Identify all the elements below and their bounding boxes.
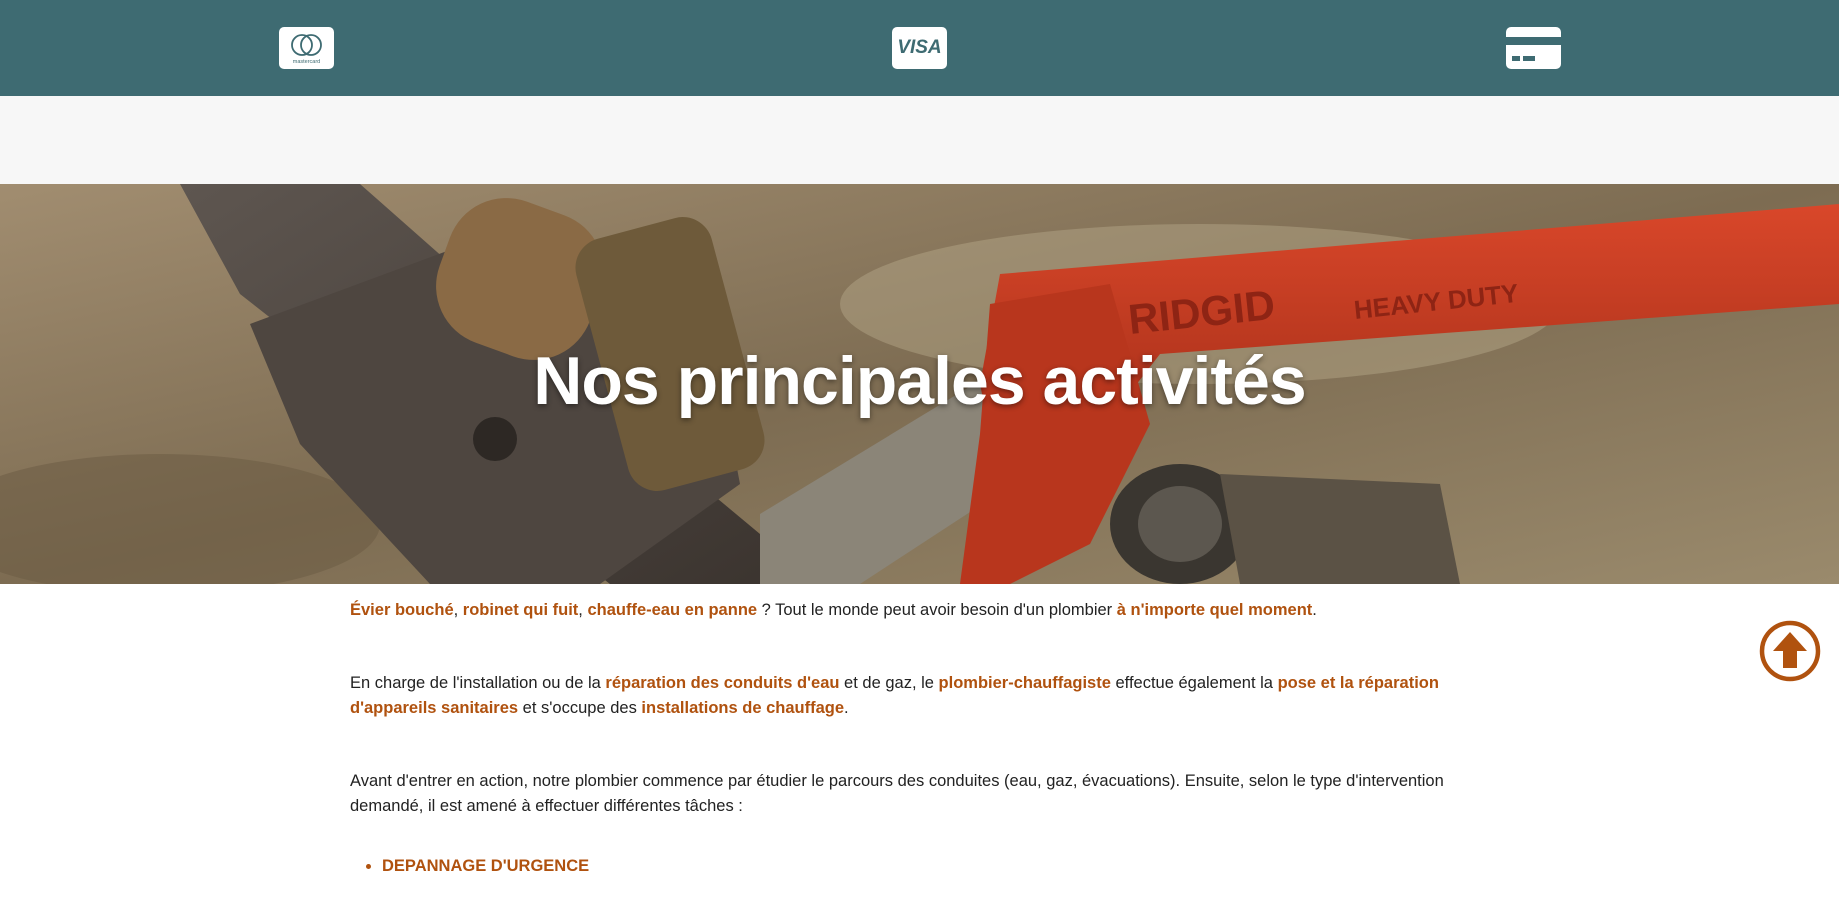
hero-banner: RIDGID HEAVY DUTY Nos principales activi… xyxy=(0,184,1839,584)
text-segment: effectue également la xyxy=(1110,674,1278,692)
keyword-conduits: réparation des conduits d'eau xyxy=(605,674,840,692)
text-segment: et de gaz, le xyxy=(839,674,939,692)
keyword-robinet: robinet qui fuit xyxy=(462,601,579,619)
keyword-chauffe-eau: chauffe-eau en panne xyxy=(587,601,758,619)
keyword-evier: Évier bouché xyxy=(350,601,454,619)
mastercard-icon: mastercard xyxy=(279,27,334,69)
text-segment: . xyxy=(1312,601,1317,619)
intro-paragraph: Évier bouché, robinet qui fuit, chauffe-… xyxy=(350,598,1500,623)
svg-text:mastercard: mastercard xyxy=(293,59,321,65)
payment-header: mastercard VISA xyxy=(0,0,1839,96)
keyword-plombier: plombier-chauffagiste xyxy=(938,674,1111,692)
text-segment: , xyxy=(453,601,463,619)
list-item: DEPANNAGE D'URGENCE xyxy=(382,854,1500,879)
scroll-to-top-button[interactable] xyxy=(1759,620,1821,682)
services-paragraph: En charge de l'installation ou de la rép… xyxy=(350,671,1500,721)
nav-band xyxy=(0,96,1839,184)
credit-card-icon xyxy=(1506,27,1561,69)
arrow-up-circle-icon xyxy=(1759,620,1821,682)
text-segment: et s'occupe des xyxy=(518,699,642,717)
visa-icon: VISA xyxy=(892,27,947,69)
text-segment: En charge de l'installation ou de la xyxy=(350,674,606,692)
keyword-chauffage: installations de chauffage xyxy=(641,699,845,717)
text-segment: . xyxy=(844,699,849,717)
tasks-paragraph: Avant d'entrer en action, notre plombier… xyxy=(350,772,1444,815)
text-segment: ? Tout le monde peut avoir besoin d'un p… xyxy=(757,601,1117,619)
tasks-list: DEPANNAGE D'URGENCE xyxy=(350,854,1500,879)
page-title: Nos principales activités xyxy=(533,343,1306,419)
visa-label: VISA xyxy=(897,37,942,58)
main-content: Évier bouché, robinet qui fuit, chauffe-… xyxy=(350,598,1500,879)
keyword-moment: à n'importe quel moment xyxy=(1116,601,1313,619)
